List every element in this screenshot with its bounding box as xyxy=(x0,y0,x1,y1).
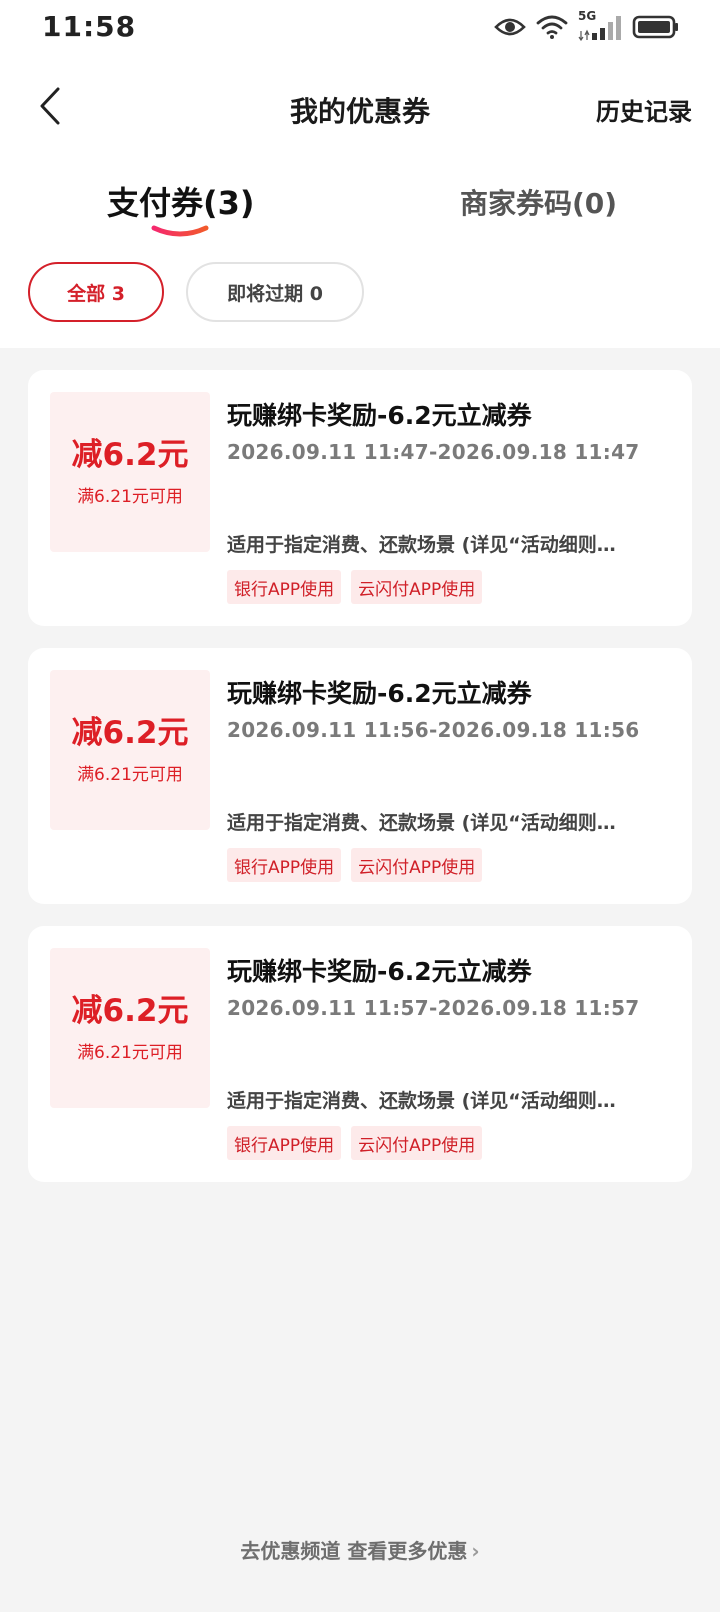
coupon-tag: 银行APP使用 xyxy=(227,1126,342,1160)
coupon-description: 适用于指定消费、还款场景 (详见“活动细则… xyxy=(227,812,616,834)
status-bar: 11:58 5G xyxy=(0,0,720,54)
coupon-tags: 银行APP使用 云闪付APP使用 xyxy=(227,848,483,882)
tab-payment-coupons[interactable]: 支付券(3) xyxy=(107,178,255,224)
coupon-title: 玩赚绑卡奖励-6.2元立减券 xyxy=(227,679,532,708)
coupon-tags: 银行APP使用 云闪付APP使用 xyxy=(227,570,483,604)
status-time: 11:58 xyxy=(42,10,137,43)
coupon-value-box: 减6.2元 满6.21元可用 xyxy=(50,948,210,1108)
history-button[interactable]: 历史记录 xyxy=(596,92,692,127)
tab-merchant-codes[interactable]: 商家券码(0) xyxy=(460,182,617,222)
status-icons: 5G xyxy=(494,9,680,42)
coupon-tag: 银行APP使用 xyxy=(227,848,342,882)
coupon-description: 适用于指定消费、还款场景 (详见“活动细则… xyxy=(227,534,616,556)
filter-expiring-soon[interactable]: 即将过期 0 xyxy=(186,262,364,322)
chevron-right-icon: › xyxy=(471,1539,480,1563)
filter-pills: 全部 3 即将过期 0 xyxy=(0,262,720,324)
coupon-value-box: 减6.2元 满6.21元可用 xyxy=(50,670,210,830)
coupon-tags: 银行APP使用 云闪付APP使用 xyxy=(227,1126,483,1160)
coupon-card[interactable]: 减6.2元 满6.21元可用 玩赚绑卡奖励-6.2元立减券 2026.09.11… xyxy=(28,370,692,626)
coupon-threshold: 满6.21元可用 xyxy=(77,1043,183,1064)
coupon-amount: 减6.2元 xyxy=(71,714,189,751)
eye-icon xyxy=(494,16,526,38)
coupon-threshold: 满6.21元可用 xyxy=(77,765,183,786)
more-offers-link[interactable]: 去优惠频道 查看更多优惠 › xyxy=(0,1535,720,1564)
filter-all[interactable]: 全部 3 xyxy=(28,262,164,322)
coupon-amount: 减6.2元 xyxy=(71,992,189,1029)
coupon-title: 玩赚绑卡奖励-6.2元立减券 xyxy=(227,957,532,986)
wifi-icon xyxy=(536,14,568,40)
coupon-validity-period: 2026.09.11 11:57-2026.09.18 11:57 xyxy=(227,996,640,1020)
coupon-card[interactable]: 减6.2元 满6.21元可用 玩赚绑卡奖励-6.2元立减券 2026.09.11… xyxy=(28,648,692,904)
network-label: 5G xyxy=(578,9,597,23)
coupon-card[interactable]: 减6.2元 满6.21元可用 玩赚绑卡奖励-6.2元立减券 2026.09.11… xyxy=(28,926,692,1182)
cellular-5g-icon: 5G xyxy=(578,9,622,41)
more-offers-label: 去优惠频道 查看更多优惠 xyxy=(240,1539,468,1563)
coupon-title: 玩赚绑卡奖励-6.2元立减券 xyxy=(227,401,532,430)
coupon-threshold: 满6.21元可用 xyxy=(77,487,183,508)
coupon-tag: 云闪付APP使用 xyxy=(351,1126,483,1160)
coupon-validity-period: 2026.09.11 11:56-2026.09.18 11:56 xyxy=(227,718,640,742)
coupon-validity-period: 2026.09.11 11:47-2026.09.18 11:47 xyxy=(227,440,640,464)
coupon-value-box: 减6.2元 满6.21元可用 xyxy=(50,392,210,552)
coupon-amount: 减6.2元 xyxy=(71,436,189,473)
tab-active-indicator xyxy=(151,225,209,237)
coupon-tabs: 支付券(3) 商家券码(0) xyxy=(0,170,720,240)
header: 我的优惠券 历史记录 xyxy=(0,70,720,150)
coupon-description: 适用于指定消费、还款场景 (详见“活动细则… xyxy=(227,1090,616,1112)
coupon-tag: 银行APP使用 xyxy=(227,570,342,604)
battery-icon xyxy=(632,14,680,40)
coupon-tag: 云闪付APP使用 xyxy=(351,570,483,604)
coupon-tag: 云闪付APP使用 xyxy=(351,848,483,882)
coupon-list: 减6.2元 满6.21元可用 玩赚绑卡奖励-6.2元立减券 2026.09.11… xyxy=(28,370,692,1204)
